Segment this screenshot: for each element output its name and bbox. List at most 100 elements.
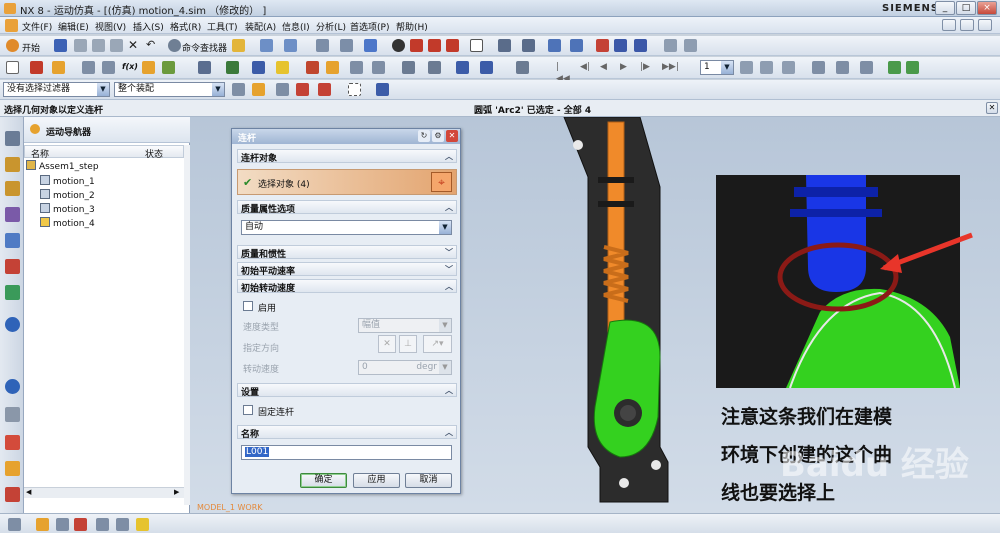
assembly-scope-select[interactable]: 整个装配 ▼ xyxy=(114,82,225,97)
group-settings[interactable]: 设置 ︿ xyxy=(237,383,457,398)
history-icon[interactable] xyxy=(5,259,20,274)
menu-format[interactable]: 格式(R) xyxy=(170,20,201,33)
speed-type-select[interactable]: 幅值 ▼ xyxy=(358,318,452,333)
scroll-left-icon[interactable]: ◀ xyxy=(26,488,31,496)
maximize-button[interactable]: □ xyxy=(956,1,976,15)
fix-link-checkbox[interactable] xyxy=(243,405,253,415)
motion-navigator-icon[interactable] xyxy=(5,317,20,332)
app-menu-icon[interactable] xyxy=(5,19,18,32)
contact-icon[interactable] xyxy=(198,61,211,74)
assembly-navigator-icon[interactable] xyxy=(5,131,20,146)
menu-info[interactable]: 信息(I) xyxy=(282,20,310,33)
spreadsheet-icon[interactable] xyxy=(96,518,109,531)
last-frame-icon[interactable]: ▶▶| xyxy=(662,61,679,74)
inferred-vector-icon[interactable]: ↗▾ xyxy=(423,335,452,353)
trace-icon[interactable] xyxy=(428,61,441,74)
table-icon[interactable] xyxy=(684,39,697,52)
mass-option-select[interactable]: 自动 ▼ xyxy=(241,220,452,235)
tree-item-motion-2[interactable]: motion_2 xyxy=(40,189,95,203)
force-icon[interactable] xyxy=(162,61,175,74)
menu-tools[interactable]: 工具(T) xyxy=(207,20,238,33)
doc-restore-button[interactable] xyxy=(960,19,974,31)
menu-file[interactable]: 文件(F) xyxy=(22,20,52,33)
constraint-navigator-icon[interactable] xyxy=(5,157,20,172)
joint-icon[interactable] xyxy=(52,61,65,74)
cut-icon[interactable] xyxy=(74,39,87,52)
orient-icon[interactable] xyxy=(570,39,583,52)
menu-preferences[interactable]: 首选项(P) xyxy=(350,20,389,33)
apply-button[interactable]: 应用 xyxy=(353,473,400,488)
play-forward-icon[interactable]: ▶ xyxy=(620,61,633,74)
system-materials-icon[interactable] xyxy=(5,285,20,300)
menu-insert[interactable]: 插入(S) xyxy=(133,20,164,33)
part-navigator-icon[interactable] xyxy=(5,181,20,196)
group-initial-rotation[interactable]: 初始转动速度 ︿ xyxy=(237,279,457,294)
connector-icon[interactable] xyxy=(82,61,95,74)
animation-icon[interactable] xyxy=(614,39,627,52)
tree-root[interactable]: Assem1_step xyxy=(26,160,99,174)
palette-icon[interactable] xyxy=(5,435,20,450)
command-finder-icon[interactable] xyxy=(168,39,181,52)
scroll-right-icon[interactable]: ▶ xyxy=(174,488,179,496)
chart-icon[interactable] xyxy=(116,518,129,531)
type-filter-select[interactable]: 没有选择过滤器 ▼ xyxy=(3,82,110,97)
analysis-icon[interactable] xyxy=(36,518,49,531)
solution-icon[interactable] xyxy=(326,61,339,74)
hidden-edge-icon[interactable] xyxy=(428,39,441,52)
copy-icon[interactable] xyxy=(92,39,105,52)
env-icon[interactable] xyxy=(350,61,363,74)
tree-item-motion-1[interactable]: motion_1 xyxy=(40,175,95,189)
group-mass-inertia[interactable]: 质量和惯性 ﹀ xyxy=(237,245,457,260)
group-mass-options[interactable]: 质量属性选项 ︿ xyxy=(237,200,457,215)
column-status[interactable]: 状态 xyxy=(145,147,163,160)
reset-icon[interactable]: ↻ xyxy=(418,130,430,142)
select-icon[interactable] xyxy=(260,39,273,52)
show-hide-icon[interactable] xyxy=(376,83,389,96)
menu-edit[interactable]: 编辑(E) xyxy=(58,20,89,33)
stop-icon[interactable] xyxy=(782,61,795,74)
graph-icon[interactable] xyxy=(456,61,469,74)
edge-icon[interactable] xyxy=(446,39,459,52)
next-frame-icon[interactable]: |▶ xyxy=(640,61,653,74)
nav-forward-icon[interactable] xyxy=(906,61,919,74)
pingpong-icon[interactable] xyxy=(760,61,773,74)
zoom-icon[interactable] xyxy=(340,39,353,52)
first-frame-icon[interactable]: |◀◀ xyxy=(556,61,570,84)
roles-icon[interactable] xyxy=(5,407,20,422)
interference-icon[interactable] xyxy=(56,518,69,531)
select-object-row[interactable]: ✔ 选择对象 (4) ⌖ xyxy=(237,169,457,195)
wcs-icon[interactable] xyxy=(548,39,561,52)
ok-button[interactable]: 确定 xyxy=(300,473,347,488)
loadtransfer-icon[interactable] xyxy=(480,61,493,74)
menu-view[interactable]: 视图(V) xyxy=(95,20,126,33)
group-name[interactable]: 名称 ︿ xyxy=(237,425,457,440)
nav-back-icon[interactable] xyxy=(888,61,901,74)
column-name[interactable]: 名称 xyxy=(31,147,49,160)
spring-icon[interactable] xyxy=(102,61,115,74)
curve-rule-icon[interactable] xyxy=(276,83,289,96)
manufacturing-icon[interactable] xyxy=(5,487,20,502)
crosshair-select-icon[interactable]: ⌖ xyxy=(431,172,452,192)
name-input[interactable]: L001 xyxy=(241,445,452,460)
new-icon[interactable] xyxy=(6,61,19,74)
start-icon[interactable] xyxy=(6,39,19,52)
component-icon[interactable] xyxy=(812,61,825,74)
menu-assembly[interactable]: 装配(A) xyxy=(245,20,276,33)
measure-icon[interactable] xyxy=(8,518,21,531)
export-icon[interactable] xyxy=(372,61,385,74)
shade-icon[interactable] xyxy=(364,39,377,52)
play-icon[interactable] xyxy=(634,39,647,52)
driver-icon[interactable] xyxy=(142,61,155,74)
background-icon[interactable] xyxy=(470,39,483,52)
dialog-settings-icon[interactable]: ⚙ xyxy=(432,130,444,142)
trace-object-icon[interactable] xyxy=(74,518,87,531)
cancel-button[interactable]: 取消 xyxy=(405,473,452,488)
command-finder-button[interactable]: 命令查找器 xyxy=(182,41,227,54)
reuse-library-icon[interactable] xyxy=(5,207,20,222)
reverse-direction-icon[interactable]: ✕ xyxy=(378,335,396,353)
dialog-close-icon[interactable]: ✕ xyxy=(446,130,458,142)
selection-filter-icon[interactable] xyxy=(232,83,245,96)
wireframe-icon[interactable] xyxy=(410,39,423,52)
body-rule-icon[interactable] xyxy=(318,83,331,96)
clock-icon[interactable] xyxy=(5,379,20,394)
